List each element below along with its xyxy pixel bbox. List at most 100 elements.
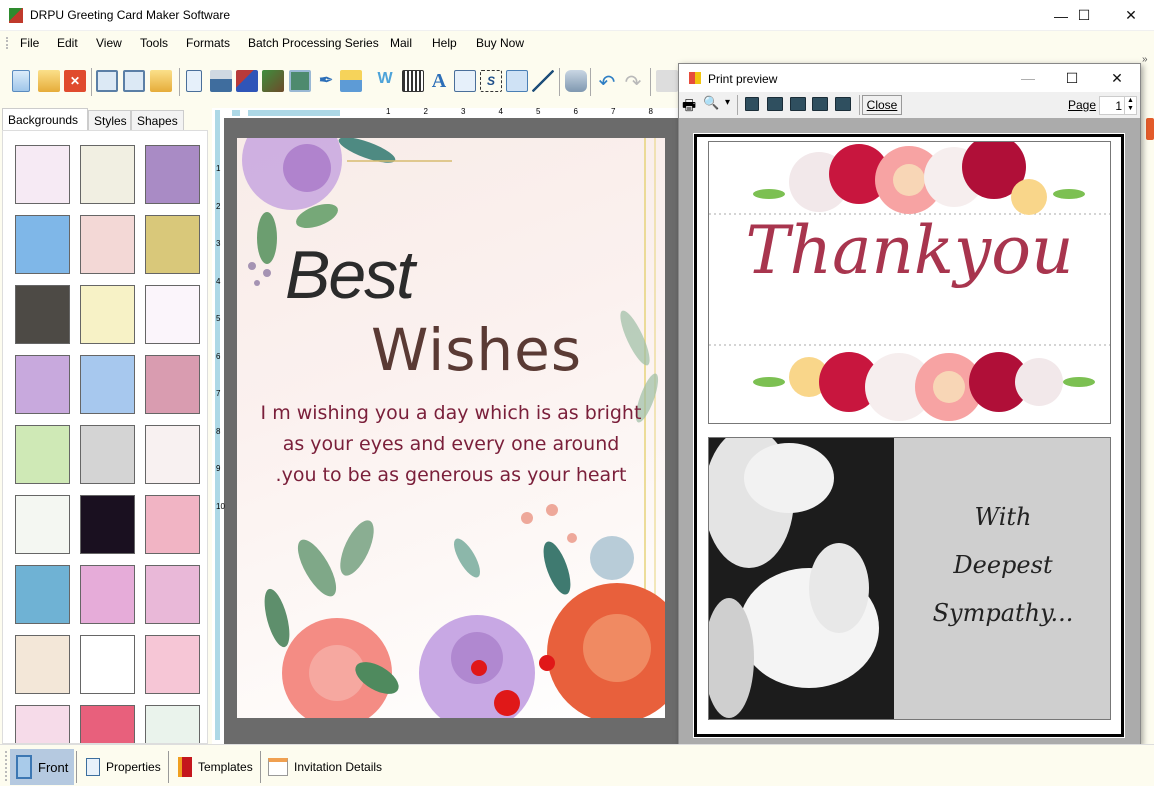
background-thumbnail-pastel-flowers[interactable] <box>80 285 135 344</box>
zoom-dropdown-arrow[interactable]: ▾ <box>725 97 730 108</box>
page-label: Page <box>1068 98 1097 112</box>
properties-icon <box>86 758 100 776</box>
text-icon[interactable]: A <box>428 70 450 92</box>
templates-button[interactable]: Templates <box>172 749 259 785</box>
background-thumbnail-christmas-trees[interactable] <box>15 425 70 484</box>
background-thumbnail-colorful-circles[interactable] <box>15 355 70 414</box>
close-file-icon[interactable]: ✕ <box>64 70 86 92</box>
background-thumbnail-kids-doodles[interactable] <box>145 425 200 484</box>
front-button[interactable]: Front <box>10 749 75 785</box>
background-thumbnail-ornament[interactable] <box>15 495 70 554</box>
templates-label: Templates <box>198 760 253 774</box>
background-thumbnail-pink-bubbles[interactable] <box>80 565 135 624</box>
undo-icon[interactable]: ↶ <box>596 70 618 94</box>
background-thumbnail-gift-boxes[interactable] <box>145 285 200 344</box>
background-thumbnail-dark-hexagons[interactable] <box>15 285 70 344</box>
insert-image-icon[interactable] <box>289 70 311 92</box>
ruler-label: 2 <box>423 107 428 116</box>
maximize-button[interactable]: ☐ <box>1061 0 1107 31</box>
properties-button[interactable]: Properties <box>80 749 167 785</box>
ruler-label: 1 <box>216 164 221 173</box>
sympathy-text: With Deepest Sympathy... <box>894 493 1110 637</box>
menu-batch-processing[interactable]: Batch Processing Series <box>248 36 379 50</box>
shapes-icon[interactable] <box>340 70 362 92</box>
background-thumbnail-purple-flowers[interactable] <box>145 145 200 204</box>
background-thumbnail-baby-bottles[interactable] <box>80 145 135 204</box>
properties-label: Properties <box>106 760 161 774</box>
menu-edit[interactable]: Edit <box>57 36 78 50</box>
background-thumbnail-fireworks[interactable] <box>80 495 135 554</box>
print-icon[interactable]: 🖶 <box>682 95 696 120</box>
mail-icon[interactable] <box>506 70 528 92</box>
background-icon[interactable] <box>262 70 284 92</box>
background-thumbnail-baby-doodles[interactable] <box>15 145 70 204</box>
save-icon[interactable] <box>96 70 118 92</box>
menu-help[interactable]: Help <box>432 36 457 50</box>
page-spinner[interactable]: ▲ ▼ <box>1124 97 1136 114</box>
menu-view[interactable]: View <box>96 36 122 50</box>
print-icon[interactable] <box>210 70 232 92</box>
background-thumbnail-heart-frame[interactable] <box>80 705 135 743</box>
copy-layers-icon[interactable] <box>236 70 258 92</box>
pen-icon[interactable]: ✒ <box>315 70 337 92</box>
line-icon[interactable] <box>532 70 554 92</box>
menu-grip[interactable] <box>6 37 8 49</box>
background-thumbnail-white-heart[interactable] <box>80 425 135 484</box>
ruler-label: 8 <box>648 107 653 116</box>
page-number-input[interactable]: 1 ▲ ▼ <box>1099 96 1137 115</box>
print-preview-titlebar: Print preview — ☐ ✕ <box>679 64 1140 92</box>
tab-shapes[interactable]: Shapes <box>131 110 184 130</box>
export-icon[interactable] <box>150 70 172 92</box>
tab-backgrounds[interactable]: Backgrounds <box>2 108 88 130</box>
side-panel-icon <box>1146 118 1154 140</box>
menu-mail[interactable]: Mail <box>390 36 412 50</box>
word-art-icon[interactable] <box>454 70 476 92</box>
four-pages-button[interactable] <box>812 97 828 111</box>
close-button[interactable]: ✕ <box>1108 0 1154 31</box>
two-pages-button[interactable] <box>767 97 783 111</box>
background-thumbnail-snowflakes[interactable] <box>80 355 135 414</box>
background-thumbnail-blue-sky-clouds[interactable] <box>15 215 70 274</box>
open-icon[interactable] <box>38 70 60 92</box>
save-as-icon[interactable] <box>123 70 145 92</box>
properties-icon[interactable] <box>186 70 202 92</box>
background-thumbnail-teddy-bear[interactable] <box>80 635 135 694</box>
menu-formats[interactable]: Formats <box>186 36 230 50</box>
background-thumbnail-strawberries[interactable] <box>80 215 135 274</box>
invitation-details-button[interactable]: Invitation Details <box>262 749 388 785</box>
redo-icon[interactable]: ↷ <box>622 70 644 94</box>
background-thumbnail-mandala-flowers[interactable] <box>145 355 200 414</box>
preview-minimize-button[interactable]: — <box>1005 64 1051 92</box>
cut-icon[interactable] <box>656 70 678 92</box>
card-title-wishes[interactable]: Wishes <box>371 316 582 384</box>
greeting-card-front[interactable]: Best Wishes I m wishing you a day which … <box>237 138 665 718</box>
preview-close-window-button[interactable]: ✕ <box>1094 64 1140 92</box>
zoom-icon[interactable]: 🔍 <box>703 95 719 111</box>
database-icon[interactable] <box>565 70 587 92</box>
background-thumbnail-pink-dresses[interactable] <box>145 635 200 694</box>
menu-tools[interactable]: Tools <box>140 36 168 50</box>
three-pages-button[interactable] <box>790 97 806 111</box>
barcode-icon[interactable] <box>402 70 424 92</box>
menu-file[interactable]: File <box>20 36 39 50</box>
six-pages-button[interactable] <box>835 97 851 111</box>
background-thumbnail-fruits[interactable] <box>145 215 200 274</box>
background-thumbnail-hearts-butterflies[interactable] <box>15 705 70 743</box>
window-title: DRPU Greeting Card Maker Software <box>30 8 231 22</box>
preview-maximize-button[interactable]: ☐ <box>1049 64 1095 92</box>
toolbar-overflow[interactable]: » <box>1142 54 1148 65</box>
signature-icon[interactable]: S <box>480 70 502 92</box>
background-thumbnail-red-hearts[interactable] <box>145 495 200 554</box>
background-thumbnail-bunnies[interactable] <box>145 705 200 743</box>
menu-buy-now[interactable]: Buy Now <box>476 36 524 50</box>
tab-styles[interactable]: Styles <box>88 110 131 130</box>
close-preview-button[interactable]: Close <box>862 95 902 115</box>
watermark-icon[interactable]: W <box>374 70 396 92</box>
one-page-button[interactable] <box>745 97 759 111</box>
background-thumbnail-santa-pattern[interactable] <box>15 565 70 624</box>
new-icon[interactable] <box>12 70 30 92</box>
card-message[interactable]: I m wishing you a day which is as bright… <box>237 398 665 491</box>
card-title-best[interactable]: Best <box>285 236 415 314</box>
background-thumbnail-pastel-stripes[interactable] <box>15 635 70 694</box>
background-thumbnail-pink-petals[interactable] <box>145 565 200 624</box>
